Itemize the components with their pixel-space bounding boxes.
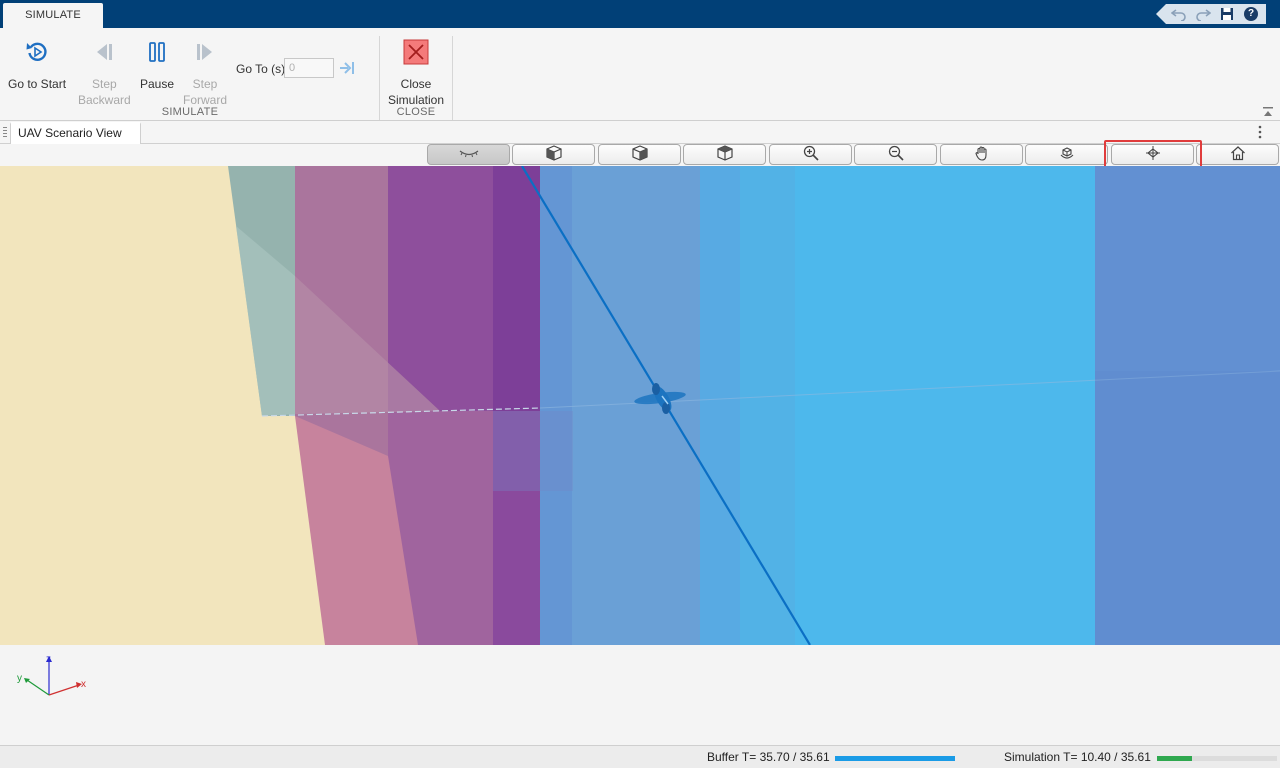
close-simulation-button[interactable]: Close Simulation (388, 38, 444, 108)
close-simulation-icon (402, 38, 430, 66)
section-label-close: CLOSE (396, 106, 436, 118)
section-label-simulate: SIMULATE (161, 106, 219, 118)
cube-front-icon (545, 145, 562, 164)
tab-simulate[interactable]: SIMULATE (3, 3, 103, 28)
eye-icon (458, 147, 480, 162)
buffer-progress-bar (835, 756, 955, 761)
view-button-top[interactable] (683, 144, 766, 165)
save-icon[interactable] (1218, 5, 1236, 23)
view-button-zoom-out[interactable] (854, 144, 937, 165)
quick-access-toolbar: ? (1156, 4, 1266, 24)
step-backward-label-2: Backward (78, 93, 131, 107)
scenario-3d-view[interactable] (0, 166, 1280, 645)
close-simulation-label-1: Close (400, 77, 432, 91)
goto-time-input[interactable] (284, 58, 334, 78)
simulation-time-text: Simulation T= 10.40 / 35.61 (1004, 750, 1151, 764)
go-to-start-button[interactable]: Go to Start (8, 38, 66, 92)
axes-gizmo: z x y (12, 650, 92, 700)
view-toolbar (0, 144, 1280, 166)
buffer-time-text: Buffer T= 35.70 / 35.61 (707, 750, 830, 764)
pause-label: Pause (140, 77, 175, 91)
step-backward-label-1: Step (92, 77, 117, 91)
status-bar: Buffer T= 35.70 / 35.61 Simulation T= 10… (0, 745, 1280, 768)
fly-mode-icon (1145, 145, 1161, 164)
goto-label: Go To (s) (236, 62, 286, 76)
pause-icon (143, 38, 171, 66)
pan-hand-icon (974, 145, 990, 164)
undo-icon[interactable] (1170, 5, 1188, 23)
view-button-front[interactable] (512, 144, 595, 165)
view-button-zoom-in[interactable] (769, 144, 852, 165)
section-separator (452, 36, 453, 120)
axis-label-x: x (81, 679, 86, 690)
step-forward-button[interactable]: Step Forward (183, 38, 227, 108)
go-to-start-label: Go to Start (8, 77, 67, 91)
collapse-ribbon-icon[interactable] (1262, 106, 1274, 118)
step-backward-button[interactable]: Step Backward (78, 38, 131, 108)
axis-label-z: z (46, 654, 51, 665)
step-forward-label-1: Step (192, 77, 218, 91)
view-button-rotate[interactable] (1025, 144, 1108, 165)
simulation-progress-bar (1157, 756, 1277, 761)
section-separator (379, 36, 380, 120)
step-forward-icon (191, 38, 219, 66)
help-icon[interactable]: ? (1242, 5, 1260, 23)
title-bar: SIMULATE ? (0, 0, 1280, 28)
restart-icon (23, 38, 51, 66)
home-icon (1230, 145, 1246, 164)
pause-button[interactable]: Pause (140, 38, 174, 92)
scene-footer-area (0, 645, 1280, 745)
cube-side-icon (631, 145, 648, 164)
goto-icon[interactable] (338, 59, 356, 77)
ribbon: Go to Start Step Backward Pause Step For… (0, 28, 1280, 121)
view-button-home[interactable] (1196, 144, 1279, 165)
simulation-progress-fill (1157, 756, 1193, 761)
view-button-fly[interactable] (1111, 144, 1194, 165)
more-options-icon[interactable] (1258, 125, 1262, 139)
document-tab-strip: UAV Scenario View (0, 121, 1280, 145)
tab-uav-scenario-view[interactable]: UAV Scenario View (10, 122, 141, 145)
step-backward-icon (90, 38, 118, 66)
buffer-progress-fill (835, 756, 955, 761)
rotate-3d-icon (1059, 145, 1075, 164)
cube-top-icon (716, 145, 733, 164)
view-button-pan[interactable] (940, 144, 1023, 165)
zoom-out-icon (888, 145, 904, 164)
view-button-eye[interactable] (427, 144, 510, 165)
redo-icon[interactable] (1194, 5, 1212, 23)
view-button-side[interactable] (598, 144, 681, 165)
grip-icon[interactable] (3, 126, 7, 138)
axis-label-y: y (17, 673, 22, 684)
zoom-in-icon (803, 145, 819, 164)
